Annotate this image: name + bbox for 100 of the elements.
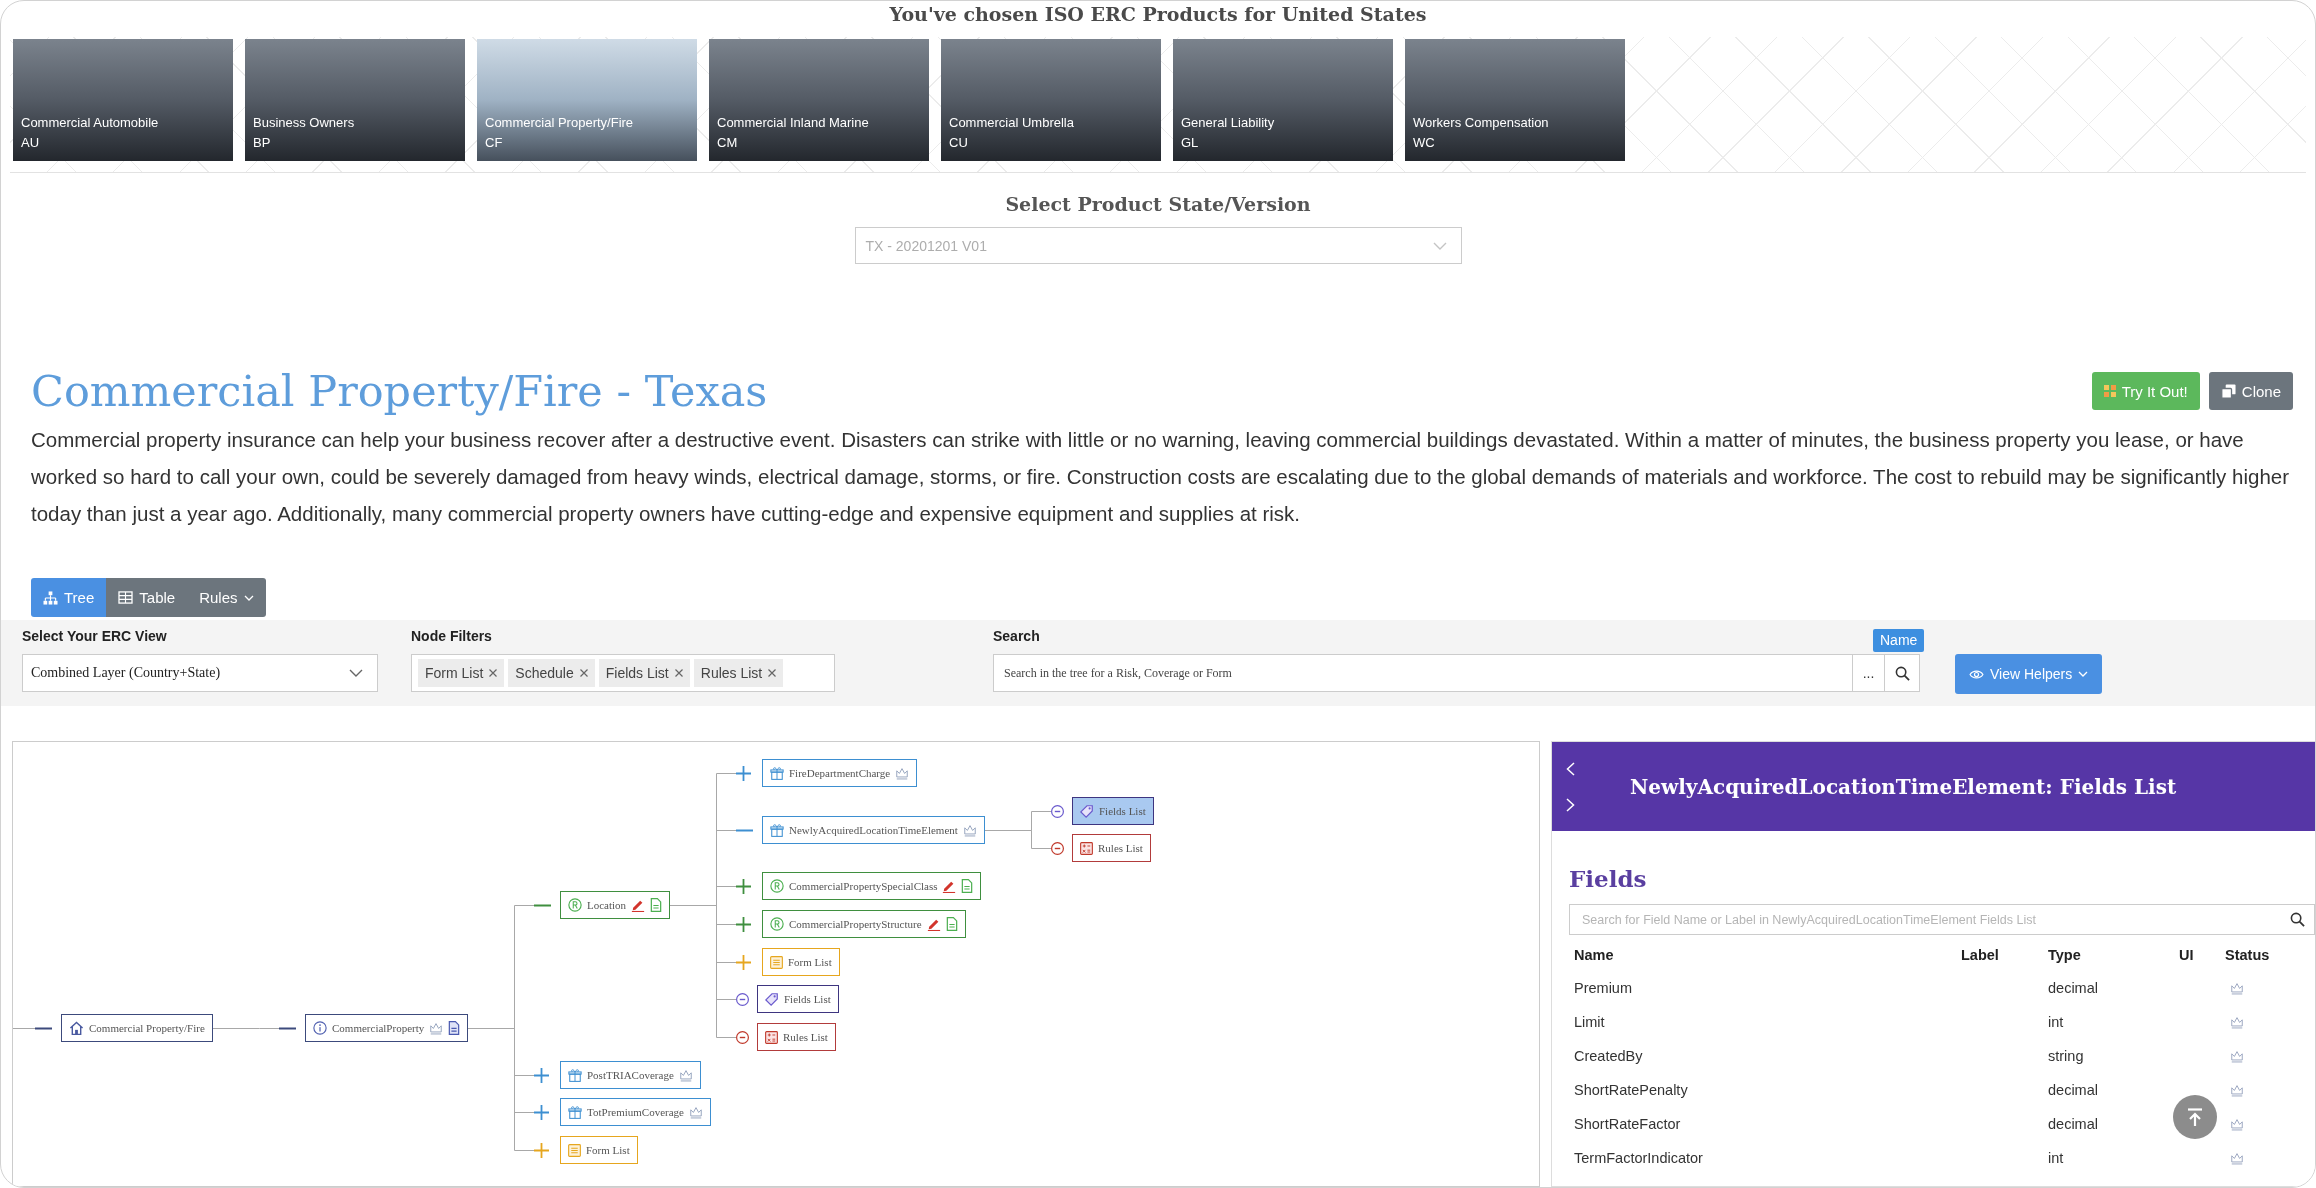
product-name: Commercial Automobile [21, 114, 160, 132]
product-card[interactable]: Business Owners BP [245, 39, 465, 161]
close-icon[interactable] [579, 669, 588, 677]
product-card[interactable]: Commercial Property/Fire CF [477, 39, 697, 161]
column-header: Type [2047, 947, 2082, 963]
column-header: UI [2178, 947, 2195, 963]
tree-node[interactable]: Rules List [1072, 834, 1151, 862]
view-tab[interactable]: Rules [187, 578, 266, 617]
crown-icon [2230, 981, 2244, 995]
product-card[interactable]: Commercial Umbrella CU [941, 39, 1161, 161]
field-label: Search [993, 628, 1040, 644]
filter-chip[interactable]: Schedule [508, 659, 595, 687]
name-tooltip: Name [1873, 629, 1925, 652]
collapse-icon[interactable] [736, 1030, 749, 1044]
table-cell-text: ShortRateFactor [1573, 1116, 1682, 1132]
connector-line [13, 1028, 36, 1029]
collapse-icon[interactable] [736, 992, 749, 1006]
crown-icon [2230, 1117, 2244, 1131]
collapse-icon[interactable] [1051, 841, 1064, 855]
pencil-icon [631, 898, 646, 912]
table-icon [118, 591, 134, 604]
tree-node[interactable]: Fields List [757, 985, 839, 1013]
product-code: CM [717, 134, 739, 152]
column-header: Name [1573, 947, 1615, 963]
product-card[interactable]: General Liability GL [1173, 39, 1393, 161]
field-label: Node Filters [411, 628, 492, 644]
field-label: Select Your ERC View [22, 628, 167, 644]
search-field[interactable]: Search in the tree for a Risk, Coverage or Form [993, 654, 1853, 692]
tree-node[interactable]: CommercialProperty [305, 1014, 469, 1042]
product-card[interactable]: Commercial Automobile AU [13, 39, 233, 161]
chevron-left-icon[interactable] [1566, 761, 1575, 776]
tree-node[interactable]: Rules List [757, 1023, 836, 1051]
product-code: AU [21, 134, 41, 152]
search-field[interactable]: Search for Field Name or Label in NewlyAcquiredLocationTimeElement Fields List [1569, 904, 2315, 935]
filter-chip[interactable]: Fields List [598, 659, 690, 687]
product-description: Commercial property insurance can help your business recover after a destructive event. Disasters can strike with little or no warning, leaving commercial buildings devastated. Within a matter of minutes, the business property you lease, or have worked so hard to call your own, could be severely damaged from heavy winds, electrical damage, storms, or fire. Construction costs are escalating due to the global demands of materials and workforce. The cost to rebuild may be significantly higher today than just a year ago. Additionally, many commercial property owners have cutting-edge and expensive equipment and supplies at risk. [31, 427, 2291, 527]
product-card[interactable]: Commercial Inland Marine CM [709, 39, 929, 161]
table-cell-text: decimal [2047, 1116, 2099, 1132]
collapse-icon[interactable] [279, 1026, 296, 1030]
expand-icon[interactable] [736, 916, 751, 932]
expand-icon[interactable] [534, 1104, 549, 1120]
chevron-down-icon [1432, 241, 1447, 250]
info-icon [313, 1021, 327, 1035]
filter-chip[interactable]: Rules List [693, 659, 784, 687]
expand-icon[interactable] [736, 878, 751, 894]
close-icon[interactable] [674, 669, 683, 677]
tree-node[interactable]: CommercialPropertySpecialClass [762, 872, 982, 900]
tree-node[interactable]: Location [560, 891, 671, 919]
product-name: Commercial Inland Marine [717, 114, 870, 132]
search-button[interactable] [1885, 654, 1920, 692]
close-icon[interactable] [768, 669, 777, 677]
column-header: Label [1960, 947, 2000, 963]
collapse-icon[interactable] [35, 1026, 52, 1030]
product-code: GL [1181, 134, 1200, 152]
tree-node[interactable]: NewlyAcquiredLocationTimeElement [762, 816, 985, 844]
calculator-icon [1080, 841, 1093, 855]
crown-icon [2230, 1049, 2244, 1063]
tree-node[interactable]: CommercialPropertyStructure [762, 910, 966, 938]
tree-node[interactable]: PostTRIACoverage [560, 1061, 701, 1089]
chevron-down-icon [349, 669, 363, 677]
expand-icon[interactable] [736, 765, 751, 781]
expand-icon[interactable] [534, 1067, 549, 1083]
gift-icon [770, 823, 784, 837]
collapse-icon[interactable] [534, 903, 551, 907]
tag-icon [765, 992, 779, 1006]
gift-icon [568, 1105, 582, 1119]
product-code: CU [949, 134, 969, 152]
tree-node[interactable]: FireDepartmentCharge [762, 759, 918, 787]
page-heading: You've chosen ISO ERC Products for United States [888, 2, 1428, 27]
filter-chip[interactable]: Form List [418, 659, 505, 687]
table-cell-text: string [2047, 1048, 2085, 1064]
more-button[interactable]: ... [1853, 654, 1885, 692]
tree-node[interactable]: TotPremiumCoverage [560, 1098, 711, 1126]
chevron-right-icon[interactable] [1566, 797, 1575, 812]
close-icon[interactable] [489, 669, 498, 677]
circle-r-icon [770, 917, 784, 931]
tree-node[interactable]: Commercial Property/Fire [61, 1014, 213, 1042]
tree-node[interactable]: Form List [560, 1136, 638, 1164]
collapse-icon[interactable] [1051, 804, 1064, 818]
crown-icon [895, 766, 910, 780]
caret-down-icon [243, 594, 254, 601]
product-name: Workers Compensation [1413, 114, 1550, 132]
clone-button[interactable]: Clone [2208, 372, 2293, 410]
gift-icon [770, 766, 784, 780]
view-dropdown[interactable]: Combined Layer (Country+State) [22, 654, 378, 692]
document-icon [448, 1021, 461, 1035]
table-cell-text: int [2047, 1014, 2065, 1030]
document-icon [650, 898, 663, 912]
list-icon [568, 1143, 581, 1157]
product-code: WC [1413, 134, 1436, 152]
scroll-top-button[interactable] [2173, 1095, 2217, 1139]
view-tab[interactable]: Table [106, 578, 188, 617]
tree-node[interactable]: Fields List [1072, 797, 1154, 825]
crown-icon [2230, 1015, 2244, 1029]
tree-node[interactable]: Form List [762, 948, 840, 976]
product-card[interactable]: Workers Compensation WC [1405, 39, 1625, 161]
filter-field[interactable]: Form List Schedule Fields List Rules List [411, 654, 835, 692]
product-name: Commercial Property/Fire [485, 114, 635, 132]
pencil-icon [926, 917, 941, 931]
tag-icon [1080, 804, 1094, 818]
